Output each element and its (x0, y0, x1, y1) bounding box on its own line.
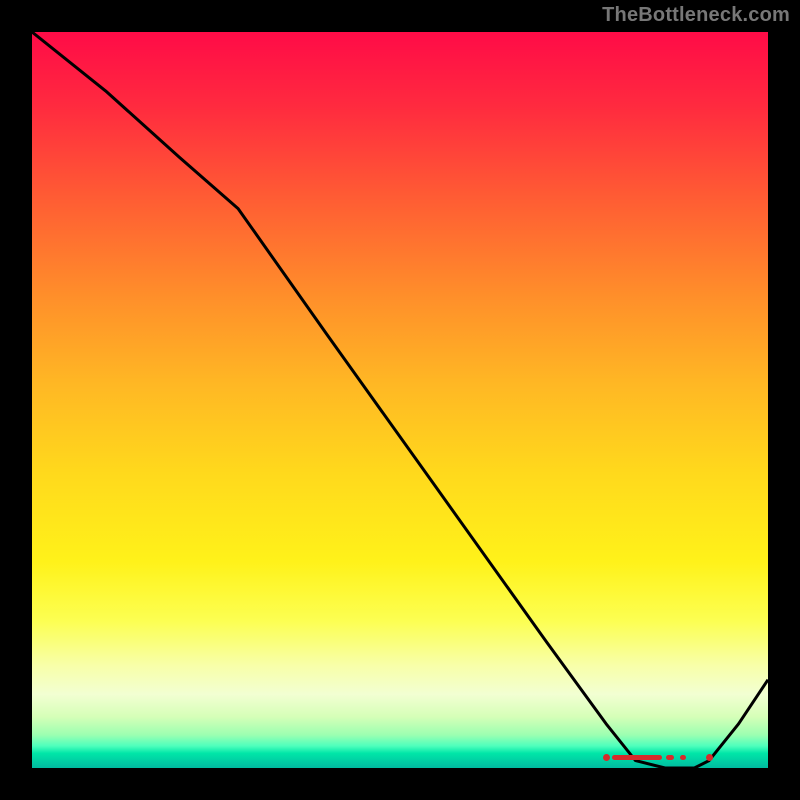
optimal-zone-segment (680, 755, 686, 760)
optimal-zone-segment (612, 755, 661, 760)
optimal-zone-marker (606, 754, 709, 762)
optimal-zone-dot (706, 754, 713, 761)
plot-area (32, 32, 768, 768)
chart-container: TheBottleneck.com (0, 0, 800, 800)
optimal-zone-dot (603, 754, 610, 761)
line-overlay-svg (32, 32, 768, 768)
optimal-zone-segment (666, 755, 674, 760)
attribution-text: TheBottleneck.com (602, 4, 790, 27)
bottleneck-curve-path (32, 32, 768, 768)
